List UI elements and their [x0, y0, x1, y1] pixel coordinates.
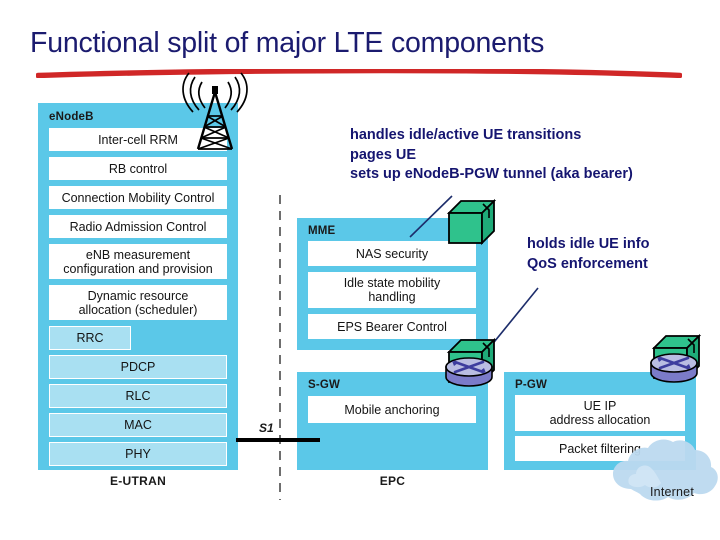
antenna-tower-icon	[182, 72, 248, 150]
s1-interface-label: S1	[259, 421, 274, 435]
router-icon-sgw	[445, 337, 497, 387]
internet-label: Internet	[650, 485, 694, 499]
mme-annotation: handles idle/active UE transitions pages…	[350, 127, 633, 183]
router-icon-pgw	[650, 333, 702, 383]
server-box-icon-mme	[446, 198, 497, 246]
slide-canvas: Functional split of major LTE components…	[0, 0, 720, 540]
gateway-annotation: holds idle UE info QoS enforcement	[527, 236, 650, 272]
